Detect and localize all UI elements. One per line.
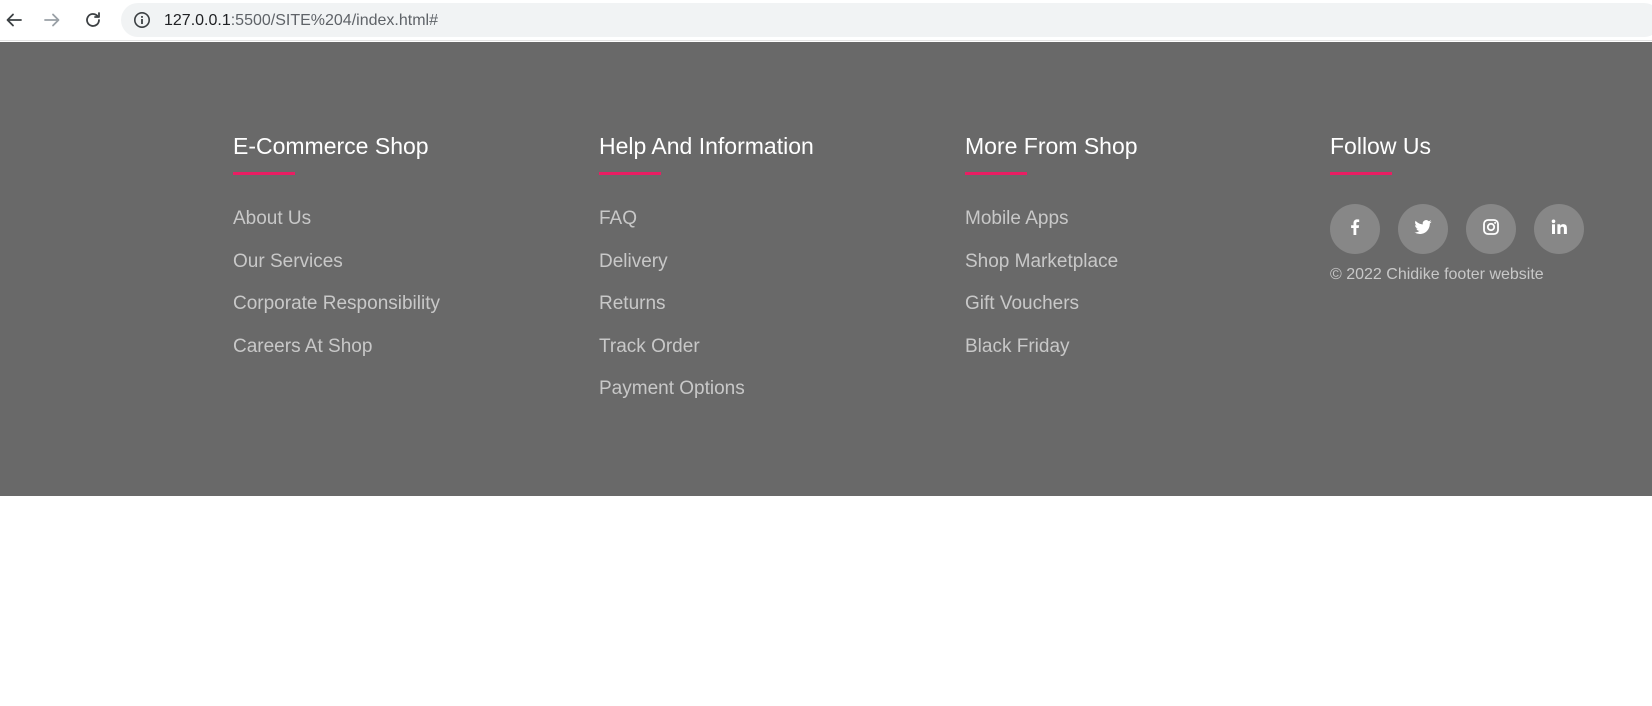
column-title: E-Commerce Shop (233, 133, 429, 159)
link-list: About Us Our Services Corporate Responsi… (233, 208, 440, 378)
facebook-icon (1345, 217, 1365, 242)
facebook-link[interactable] (1330, 204, 1380, 254)
reload-icon[interactable] (80, 7, 106, 33)
address-bar[interactable]: 127.0.0.1:5500/SITE%204/index.html# (121, 3, 1652, 37)
twitter-link[interactable] (1398, 204, 1448, 254)
back-arrow-icon[interactable] (1, 7, 27, 33)
browser-toolbar: 127.0.0.1:5500/SITE%204/index.html# (0, 0, 1652, 41)
url-host: 127.0.0.1 (164, 12, 231, 29)
footer-column-shop: E-Commerce Shop About Us Our Services Co… (233, 132, 440, 378)
footer-link-delivery[interactable]: Delivery (599, 251, 668, 273)
twitter-icon (1413, 217, 1433, 242)
footer-link-returns[interactable]: Returns (599, 293, 666, 315)
copyright-text: © 2022 Chidike footer website (1330, 266, 1544, 283)
footer-link-gift-vouchers[interactable]: Gift Vouchers (965, 293, 1079, 315)
footer-column-follow: Follow Us © 2022 Chidike footer website (1330, 132, 1584, 284)
link-list: FAQ Delivery Returns Track Order Payment… (599, 208, 814, 421)
site-info-icon[interactable] (133, 11, 151, 29)
footer-link-payment-options[interactable]: Payment Options (599, 378, 745, 400)
forward-arrow-icon[interactable] (39, 7, 65, 33)
column-title: Follow Us (1330, 133, 1431, 159)
footer-link-our-services[interactable]: Our Services (233, 251, 343, 273)
site-footer: E-Commerce Shop About Us Our Services Co… (0, 42, 1652, 496)
column-title: More From Shop (965, 133, 1138, 159)
footer-link-mobile-apps[interactable]: Mobile Apps (965, 208, 1069, 230)
url-text[interactable]: 127.0.0.1:5500/SITE%204/index.html# (164, 12, 438, 30)
footer-column-help: Help And Information FAQ Delivery Return… (599, 132, 814, 421)
footer-link-black-friday[interactable]: Black Friday (965, 336, 1070, 358)
footer-link-shop-marketplace[interactable]: Shop Marketplace (965, 251, 1118, 273)
link-list: Mobile Apps Shop Marketplace Gift Vouche… (965, 208, 1138, 378)
footer-column-more: More From Shop Mobile Apps Shop Marketpl… (965, 132, 1138, 378)
title-underline (1330, 172, 1392, 175)
title-underline (599, 172, 661, 175)
linkedin-icon (1549, 217, 1569, 242)
footer-link-careers[interactable]: Careers At Shop (233, 336, 372, 358)
footer-link-track-order[interactable]: Track Order (599, 336, 700, 358)
social-links (1330, 204, 1584, 254)
title-underline (233, 172, 295, 175)
footer-link-faq[interactable]: FAQ (599, 208, 637, 230)
column-title: Help And Information (599, 133, 814, 159)
linkedin-link[interactable] (1534, 204, 1584, 254)
instagram-icon (1481, 217, 1501, 242)
footer-link-corporate-responsibility[interactable]: Corporate Responsibility (233, 293, 440, 315)
instagram-link[interactable] (1466, 204, 1516, 254)
title-underline (965, 172, 1027, 175)
url-path: :5500/SITE%204/index.html# (230, 12, 438, 29)
footer-link-about-us[interactable]: About Us (233, 208, 311, 230)
